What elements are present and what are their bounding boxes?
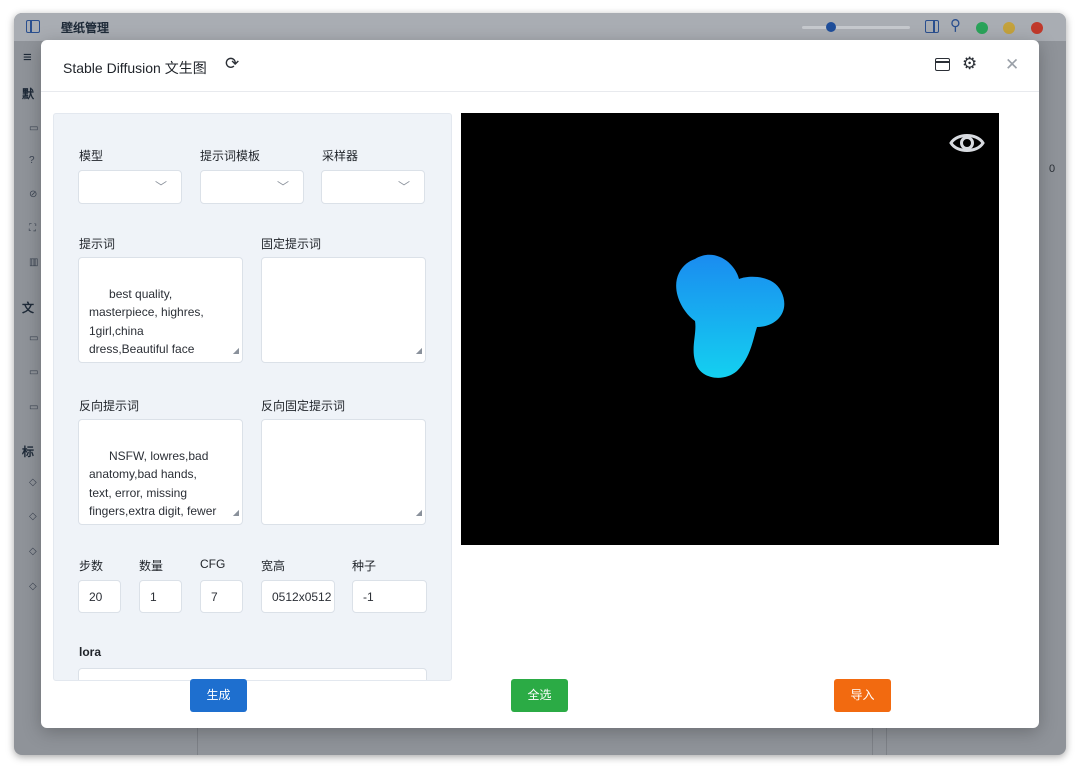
zoom-slider[interactable] bbox=[802, 26, 910, 29]
negative-fixed-prompt-textarea[interactable]: ◢ bbox=[261, 419, 426, 525]
inbox-icon[interactable]: ▭ bbox=[29, 123, 38, 134]
select-all-button[interactable]: 全选 bbox=[511, 679, 568, 712]
loading-blob bbox=[676, 254, 785, 378]
refresh-icon[interactable]: ⟳ bbox=[225, 54, 239, 74]
sampler-select[interactable]: ﹀ bbox=[321, 170, 425, 204]
maximize-window-button[interactable] bbox=[976, 22, 988, 34]
prompt-template-select[interactable]: ﹀ bbox=[200, 170, 304, 204]
folder-icon[interactable]: ▭ bbox=[29, 367, 38, 378]
folder-icon[interactable]: ▭ bbox=[29, 333, 38, 344]
generation-form: 模型 提示词模板 采样器 ﹀ ﹀ ﹀ 提示词 固定提示词 best qualit… bbox=[53, 113, 452, 681]
hidden-icon[interactable]: ⊘ bbox=[29, 189, 37, 200]
prompt-template-label: 提示词模板 bbox=[200, 149, 261, 163]
app-title: 壁纸管理 bbox=[61, 21, 110, 35]
minimize-window-button[interactable] bbox=[1003, 22, 1015, 34]
resize-grip-icon[interactable]: ◢ bbox=[416, 504, 422, 523]
count-label: 数量 bbox=[139, 559, 164, 573]
tag-icon[interactable]: ◇ bbox=[29, 511, 37, 522]
count-input[interactable]: 1 bbox=[139, 580, 182, 613]
negative-prompt-text: NSFW, lowres,bad anatomy,bad hands, text… bbox=[89, 448, 217, 525]
negative-prompt-label: 反向提示词 bbox=[79, 399, 140, 413]
layout-icon[interactable] bbox=[925, 20, 939, 33]
help-icon[interactable]: ? bbox=[29, 155, 35, 166]
folder-icon[interactable]: ▭ bbox=[29, 402, 38, 413]
chevron-down-icon: ﹀ bbox=[154, 180, 167, 194]
chevron-down-icon: ﹀ bbox=[276, 180, 289, 194]
background-count: 0 bbox=[1049, 163, 1056, 175]
prompt-textarea[interactable]: best quality, masterpiece, highres, 1gir… bbox=[78, 257, 243, 363]
steps-label: 步数 bbox=[79, 559, 104, 573]
gear-icon[interactable]: ⚙ bbox=[962, 54, 977, 74]
trash-icon[interactable]: ▥ bbox=[29, 257, 38, 268]
tag-icon[interactable]: ◇ bbox=[29, 581, 37, 592]
zoom-slider-thumb[interactable] bbox=[826, 22, 836, 32]
lora-label: lora bbox=[79, 645, 102, 659]
generate-button[interactable]: 生成 bbox=[190, 679, 247, 712]
chevron-down-icon: ﹀ bbox=[397, 180, 410, 194]
steps-input[interactable]: 20 bbox=[78, 580, 121, 613]
resize-grip-icon[interactable]: ◢ bbox=[233, 504, 239, 523]
fixed-prompt-textarea[interactable]: ◢ bbox=[261, 257, 426, 363]
dialog-header: Stable Diffusion 文生图 ⟳ ⚙ ✕ bbox=[41, 40, 1039, 92]
scan-icon[interactable]: ⛶ bbox=[29, 223, 36, 234]
txt2img-dialog: Stable Diffusion 文生图 ⟳ ⚙ ✕ 模型 提示词模板 采样器 … bbox=[41, 40, 1039, 728]
sidebar-section-tags: 标 bbox=[22, 445, 35, 459]
resize-grip-icon[interactable]: ◢ bbox=[416, 342, 422, 361]
cfg-input[interactable]: 7 bbox=[200, 580, 243, 613]
lora-input[interactable] bbox=[78, 668, 427, 680]
app-sidebar: ≡ 默 ▭ ? ⊘ ⛶ ▥ 文 ▭ ▭ ▭ 标 ◇ ◇ ◇ ◇ bbox=[14, 41, 42, 755]
seed-label: 种子 bbox=[352, 559, 377, 573]
seed-input[interactable]: -1 bbox=[352, 580, 427, 613]
negative-prompt-textarea[interactable]: NSFW, lowres,bad anatomy,bad hands, text… bbox=[78, 419, 243, 525]
sidebar-toggle-icon[interactable] bbox=[26, 20, 40, 33]
sidebar-section-files: 文 bbox=[22, 301, 35, 315]
menu-icon[interactable]: ≡ bbox=[23, 49, 32, 66]
tag-icon[interactable]: ◇ bbox=[29, 477, 37, 488]
model-select[interactable]: ﹀ bbox=[78, 170, 182, 204]
resize-grip-icon[interactable]: ◢ bbox=[233, 342, 239, 361]
sampler-label: 采样器 bbox=[322, 149, 359, 163]
tag-icon[interactable]: ◇ bbox=[29, 546, 37, 557]
prompt-text: best quality, masterpiece, highres, 1gir… bbox=[89, 286, 204, 357]
dialog-title: Stable Diffusion 文生图 bbox=[63, 60, 207, 76]
prompt-label: 提示词 bbox=[79, 237, 116, 251]
import-button[interactable]: 导入 bbox=[834, 679, 891, 712]
model-label: 模型 bbox=[79, 149, 104, 163]
sidebar-section-default: 默 bbox=[22, 87, 35, 101]
eye-icon[interactable] bbox=[949, 130, 985, 156]
image-preview bbox=[461, 113, 999, 545]
cfg-label: CFG bbox=[200, 557, 226, 571]
size-input[interactable]: 0512x0512 bbox=[261, 580, 335, 613]
close-icon[interactable]: ✕ bbox=[1005, 55, 1019, 75]
pin-icon[interactable]: ⚲ bbox=[950, 16, 961, 34]
close-window-button[interactable] bbox=[1031, 22, 1043, 34]
window-icon[interactable] bbox=[935, 58, 950, 71]
negative-fixed-prompt-label: 反向固定提示词 bbox=[261, 399, 346, 413]
fixed-prompt-label: 固定提示词 bbox=[261, 237, 322, 251]
app-titlebar: 壁纸管理 ⚲ bbox=[14, 13, 1066, 41]
size-label: 宽高 bbox=[261, 559, 286, 573]
